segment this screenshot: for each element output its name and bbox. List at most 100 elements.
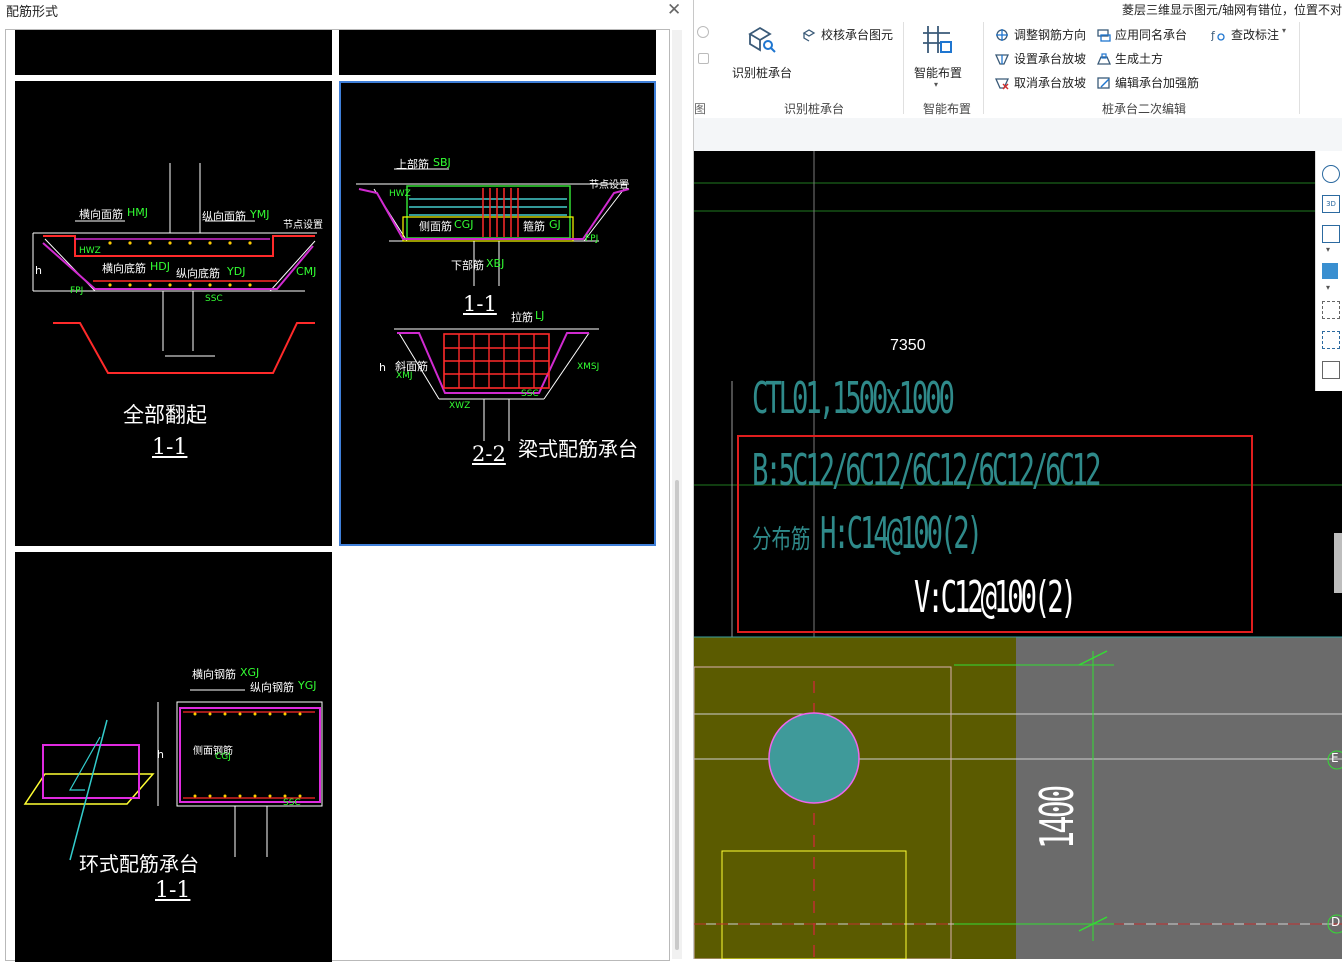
smart-layout-button[interactable]: 智能布置	[914, 64, 962, 81]
dialog-title: 配筋形式	[6, 5, 59, 20]
option-panel-all-flip[interactable]: 横向面筋 HMJ 纵向面筋 YMJ 横向底筋 HDJ 纵向底筋 YDJ CMJ …	[15, 81, 332, 546]
set-slope-button[interactable]: 设置承台放坡	[1014, 50, 1086, 67]
code-xbj: XBJ	[486, 257, 505, 270]
code-fpj: FPJ	[70, 286, 84, 296]
dropdown-arrow-icon[interactable]: ▾	[934, 80, 938, 89]
code-ssc-ring: SSC	[283, 798, 301, 808]
label-hmj: 横向面筋	[79, 208, 123, 221]
annotation-dist-label: 分布筋	[752, 525, 811, 555]
option-gallery: 横向面筋 HMJ 纵向面筋 YMJ 横向底筋 HDJ 纵向底筋 YDJ CMJ …	[5, 29, 670, 962]
code-gj: GJ	[549, 218, 561, 231]
label-gj: 箍筋	[523, 220, 545, 233]
group-smart: 智能布置	[923, 102, 972, 116]
label-ygj: 纵向钢筋	[250, 681, 294, 694]
top-notice: 菱层三维显示图元/轴网有错位，位置不对	[1122, 3, 1342, 17]
adjust-rebar-direction-button[interactable]: 调整钢筋方向	[1014, 26, 1086, 43]
annotation-h: H:C14@100(2)	[820, 508, 983, 559]
code-cmj: CMJ	[296, 265, 317, 278]
code-ygj: YGJ	[298, 679, 317, 692]
code-xgj: XGJ	[240, 666, 260, 679]
beam-type-diagram	[356, 168, 630, 441]
ribbon: 菱层三维显示图元/轴网有错位，位置不对 图 识别桩承台 校核承台图元 识别桩承台…	[694, 0, 1342, 119]
option-panel-ring-type[interactable]: 横向钢筋 XGJ 纵向钢筋 YGJ 侧面钢筋 CGJ SSC h 环式配筋承台 …	[15, 552, 332, 962]
tab-strip	[694, 118, 1342, 152]
code-ymj: YMJ	[250, 208, 270, 221]
group-divider	[903, 22, 904, 114]
axis-label-d: D	[1331, 915, 1341, 929]
square-icon[interactable]	[698, 53, 709, 64]
code-xmsj: XMSJ	[577, 362, 600, 372]
apply-same-name-button[interactable]: 应用同名承台	[1115, 26, 1187, 43]
left-group-fragment: 图	[694, 102, 707, 116]
edit-reinforcement-button[interactable]: 编辑承台加强筋	[1115, 74, 1199, 91]
code-hmj: HMJ	[127, 206, 149, 219]
select-box-icon[interactable]	[1322, 301, 1340, 319]
display-settings-icon[interactable]	[1322, 361, 1340, 379]
label-hdj: 横向底筋	[102, 262, 146, 275]
option-caption-all-flip: 全部翻起	[123, 403, 207, 427]
rebar-form-dialog: 配筋形式 ✕ 横向面筋 HMJ 纵向面筋 YMJ 横向底筋 HDJ 纵向底筋 Y…	[0, 0, 694, 962]
cancel-slope-icon	[994, 75, 1010, 90]
annotation-v: V:C12@100(2)	[914, 572, 1077, 623]
label-sbj: 上部筋	[396, 158, 429, 171]
generate-earthwork-button[interactable]: 生成土方	[1115, 50, 1163, 67]
section-mark-ring: 1-1	[155, 878, 191, 903]
dropdown-arrow-icon[interactable]: ▾	[1326, 283, 1330, 292]
dropdown-arrow-icon[interactable]: ▾	[1282, 26, 1286, 35]
code-xmj: XMJ	[396, 371, 413, 381]
dimension-top-text: 7350	[890, 337, 926, 354]
set-slope-icon	[994, 51, 1010, 65]
code-xwz: XWZ	[449, 401, 471, 411]
apply-same-name-icon	[1097, 27, 1111, 42]
check-mark-button[interactable]: 查改标注	[1231, 26, 1279, 43]
section-mark-2: 2-2	[472, 442, 506, 466]
label-xgj: 横向钢筋	[192, 668, 236, 681]
earthwork-icon	[1097, 51, 1111, 65]
dialog-scroll-thumb[interactable]	[675, 480, 679, 950]
cube-select-icon[interactable]	[1322, 331, 1340, 349]
box-view-icon[interactable]	[1322, 225, 1340, 243]
label-h: h	[35, 264, 42, 277]
group-identify: 识别桩承台	[784, 102, 845, 116]
check-circle-icon[interactable]	[697, 26, 709, 38]
section-mark-1: 1-1	[463, 292, 497, 316]
orbit-icon[interactable]	[1322, 165, 1340, 183]
code-ssc-beam: SSC	[521, 389, 539, 399]
section-mark: 1-1	[152, 435, 188, 460]
all-flip-diagram	[32, 163, 317, 374]
label-ydj: 纵向底筋	[176, 267, 220, 280]
option-caption-beam-type: 梁式配筋承台	[518, 437, 638, 461]
axis-label-e: E	[1331, 751, 1339, 765]
code-sbj: SBJ	[433, 156, 451, 169]
code-fpj-beam: FPJ	[585, 234, 599, 244]
cancel-slope-button[interactable]: 取消承台放坡	[1014, 74, 1086, 91]
option-panel-top-right[interactable]	[339, 30, 656, 75]
svg-text:ƒ: ƒ	[1211, 29, 1216, 42]
label-xbj: 下部筋	[451, 259, 484, 272]
group-divider	[983, 22, 984, 114]
identify-pile-cap-icon	[746, 24, 776, 54]
group-secondary-edit: 桩承台二次编辑	[1102, 102, 1187, 116]
adjust-direction-icon	[995, 27, 1009, 41]
label-node-setting-beam: 节点设置	[589, 180, 629, 191]
label-h-beam: h	[379, 361, 386, 374]
cad-canvas[interactable]: 7350 CTL01,1500x1000 B:5C12/6C12/6C12/6C…	[694, 151, 1342, 959]
solid-view-icon[interactable]	[1322, 263, 1338, 279]
annotation-b: B:5C12/6C12/6C12/6C12/6C12	[752, 445, 1102, 496]
close-icon[interactable]: ✕	[667, 0, 681, 20]
code-hwz-beam: HWZ	[389, 189, 411, 199]
code-lj: LJ	[535, 309, 545, 322]
identify-pile-cap-button[interactable]: 识别桩承台	[732, 64, 792, 81]
check-pile-cap-button[interactable]: 校核承台图元	[821, 26, 893, 43]
option-panel-top-left[interactable]	[15, 30, 332, 75]
code-ssc: SSC	[205, 294, 223, 304]
label-cgj: 侧面筋	[419, 220, 452, 233]
view-toolbar: 3D ▾ ▾	[1315, 151, 1342, 391]
code-ydj: YDJ	[227, 265, 246, 278]
option-panel-beam-type[interactable]: 上部筋 SBJ 侧面筋 CGJ 箍筋 GJ 下部筋 XBJ FPJ 1-1 拉筋…	[339, 81, 656, 546]
check-mark-icon: ƒ	[1210, 27, 1225, 42]
3d-view-icon[interactable]: 3D	[1322, 195, 1340, 213]
dropdown-arrow-icon[interactable]: ▾	[1326, 245, 1330, 254]
code-hdj: HDJ	[150, 260, 170, 273]
group-divider	[1299, 22, 1300, 114]
